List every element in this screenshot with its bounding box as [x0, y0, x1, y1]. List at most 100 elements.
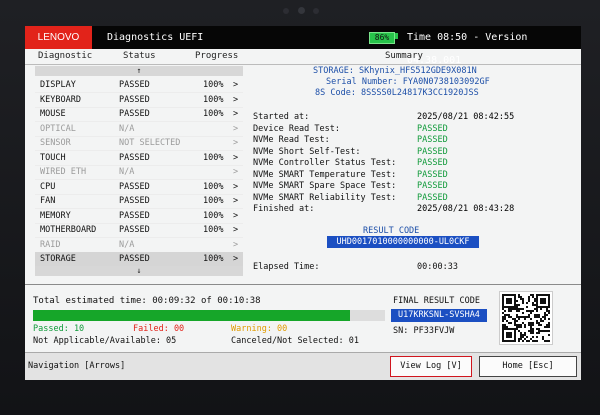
diagnostic-name: TOUCH: [40, 152, 66, 163]
diagnostic-row-fan[interactable]: FAN PASSED 100% >: [35, 194, 243, 209]
diagnostic-name: DISPLAY: [40, 80, 76, 90]
diagnostic-status: N/A: [119, 167, 135, 177]
section-divider: [25, 284, 581, 285]
view-log-button[interactable]: View Log [V]: [390, 356, 472, 377]
top-bar: LENOVO Diagnostics UEFI 86% Time 08:50 -…: [25, 26, 581, 66]
diagnostic-status: NOT SELECTED: [119, 138, 181, 148]
diagnostic-progress: 100%: [203, 94, 224, 105]
diagnostic-status: PASSED: [119, 225, 150, 235]
scroll-down-arrow-icon[interactable]: ↓: [35, 266, 243, 276]
battery-indicator: 86%: [369, 32, 395, 44]
diagnostic-row-mouse[interactable]: MOUSE PASSED 100% >: [35, 107, 243, 122]
total-estimated-time: Total estimated time: 00:09:32 of 00:10:…: [33, 296, 261, 306]
diagnostic-row-keyboard[interactable]: KEYBOARD PASSED 100% >: [35, 93, 243, 108]
chevron-right-icon: >: [233, 80, 239, 90]
diagnostic-status: PASSED: [119, 109, 150, 119]
diagnostic-name: MEMORY: [40, 210, 71, 221]
test-label: Started at:: [253, 112, 310, 122]
canceled-count: Canceled/Not Selected: 01: [231, 336, 359, 346]
diagnostic-list: ↑ DISPLAY PASSED 100% > KEYBOARD PASSED 100% > M…: [35, 66, 243, 280]
diagnostic-progress: 100%: [203, 210, 224, 221]
column-divider: [25, 64, 581, 65]
test-label: NVMe SMART Temperature Test:: [253, 169, 397, 180]
diagnostic-row-sensor[interactable]: SENSOR NOT SELECTED >: [35, 136, 243, 151]
column-status: Status: [123, 51, 156, 61]
chevron-right-icon: >: [233, 181, 239, 192]
final-result-code: U17KRKSNL-SVSHA4: [391, 309, 487, 322]
diagnostic-row-wired-eth[interactable]: WIRED ETH N/A >: [35, 165, 243, 180]
brand-logo: LENOVO: [25, 26, 92, 49]
diagnostic-name: CPU: [40, 181, 56, 192]
test-value: PASSED: [417, 135, 448, 145]
diagnostic-name: MOTHERBOARD: [40, 225, 97, 235]
diagnostic-row-storage[interactable]: STORAGE PASSED 100% >: [35, 252, 243, 267]
test-value: 2025/08/21 08:42:55: [417, 112, 515, 122]
test-label: NVMe Short Self-Test:: [253, 146, 361, 157]
diagnostic-name: STORAGE: [40, 254, 76, 264]
test-value: PASSED: [417, 181, 448, 191]
warning-count: Warning: 00: [231, 324, 288, 334]
qr-code-icon: [499, 291, 553, 345]
chevron-right-icon: >: [233, 167, 239, 177]
chevron-right-icon: >: [233, 138, 239, 148]
bottom-bar: Navigation [Arrows] View Log [V] Home [E…: [25, 352, 581, 380]
diagnostic-progress: 100%: [203, 254, 224, 264]
test-label: NVMe Read Test:: [253, 135, 330, 145]
diagnostic-status: PASSED: [119, 254, 150, 264]
column-progress: Progress: [195, 51, 239, 61]
test-label: NVMe SMART Reliability Test:: [253, 192, 397, 203]
chevron-right-icon: >: [233, 123, 239, 134]
overall-progress-bar: [33, 310, 385, 321]
diagnostic-name: RAID: [40, 239, 61, 250]
result-code: UHD0017010000000000-UL0CKF: [327, 236, 479, 248]
column-summary: Summary: [385, 51, 423, 61]
diagnostic-progress: 100%: [203, 196, 224, 206]
diagnostic-status: PASSED: [119, 210, 150, 221]
test-value: PASSED: [417, 158, 448, 168]
diagnostic-status: PASSED: [119, 94, 150, 105]
diagnostic-row-display[interactable]: DISPLAY PASSED 100% >: [35, 78, 243, 93]
scroll-up-arrow-icon[interactable]: ↑: [35, 66, 243, 76]
column-diagnostic: Diagnostic: [38, 51, 93, 61]
battery-icon: [395, 33, 398, 39]
test-value: 2025/08/21 08:43:28: [417, 204, 515, 214]
elapsed-label: Elapsed Time:: [253, 262, 320, 272]
diagnostic-name: SENSOR: [40, 138, 71, 148]
navigation-hint: Navigation [Arrows]: [28, 361, 126, 371]
result-code-label: RESULT CODE: [363, 226, 420, 236]
diagnostic-progress: 100%: [203, 80, 224, 90]
chevron-right-icon: >: [233, 254, 239, 264]
chevron-right-icon: >: [233, 109, 239, 119]
diagnostic-row-memory[interactable]: MEMORY PASSED 100% >: [35, 209, 243, 224]
diagnostic-progress: 100%: [203, 109, 224, 119]
diagnostic-row-optical[interactable]: OPTICAL N/A >: [35, 122, 243, 137]
chevron-right-icon: >: [233, 239, 239, 250]
chevron-right-icon: >: [233, 196, 239, 206]
test-value: PASSED: [417, 123, 448, 134]
diagnostic-status: PASSED: [119, 181, 150, 192]
diagnostic-name: FAN: [40, 196, 56, 206]
diagnostic-name: OPTICAL: [40, 123, 76, 134]
chevron-right-icon: >: [233, 210, 239, 221]
test-label: NVMe Controller Status Test:: [253, 158, 397, 168]
test-value: PASSED: [417, 192, 448, 203]
diagnostic-progress: 100%: [203, 152, 224, 163]
home-button[interactable]: Home [Esc]: [479, 356, 577, 377]
app-title: Diagnostics UEFI: [107, 32, 204, 43]
diagnostic-row-raid[interactable]: RAID N/A >: [35, 238, 243, 253]
diagnostic-name: WIRED ETH: [40, 167, 87, 177]
test-label: NVMe SMART Spare Space Test:: [253, 181, 397, 191]
diagnostic-row-motherboard[interactable]: MOTHERBOARD PASSED 100% >: [35, 223, 243, 238]
diagnostic-row-cpu[interactable]: CPU PASSED 100% >: [35, 180, 243, 195]
diagnostic-status: N/A: [119, 239, 135, 250]
passed-count: Passed: 10: [33, 324, 85, 334]
not-applicable-count: Not Applicable/Available: 05: [33, 336, 177, 346]
diagnostic-progress: 100%: [203, 181, 224, 192]
diagnostic-row-touch[interactable]: TOUCH PASSED 100% >: [35, 151, 243, 166]
test-label: Device Read Test:: [253, 123, 340, 134]
failed-count: Failed: 00: [133, 324, 185, 334]
overall-progress-fill: [33, 310, 350, 321]
diagnostic-status: PASSED: [119, 196, 150, 206]
chevron-right-icon: >: [233, 94, 239, 105]
bs-code: 8S Code: 8SSSS0L24817K3CC1920JSS: [315, 88, 479, 98]
